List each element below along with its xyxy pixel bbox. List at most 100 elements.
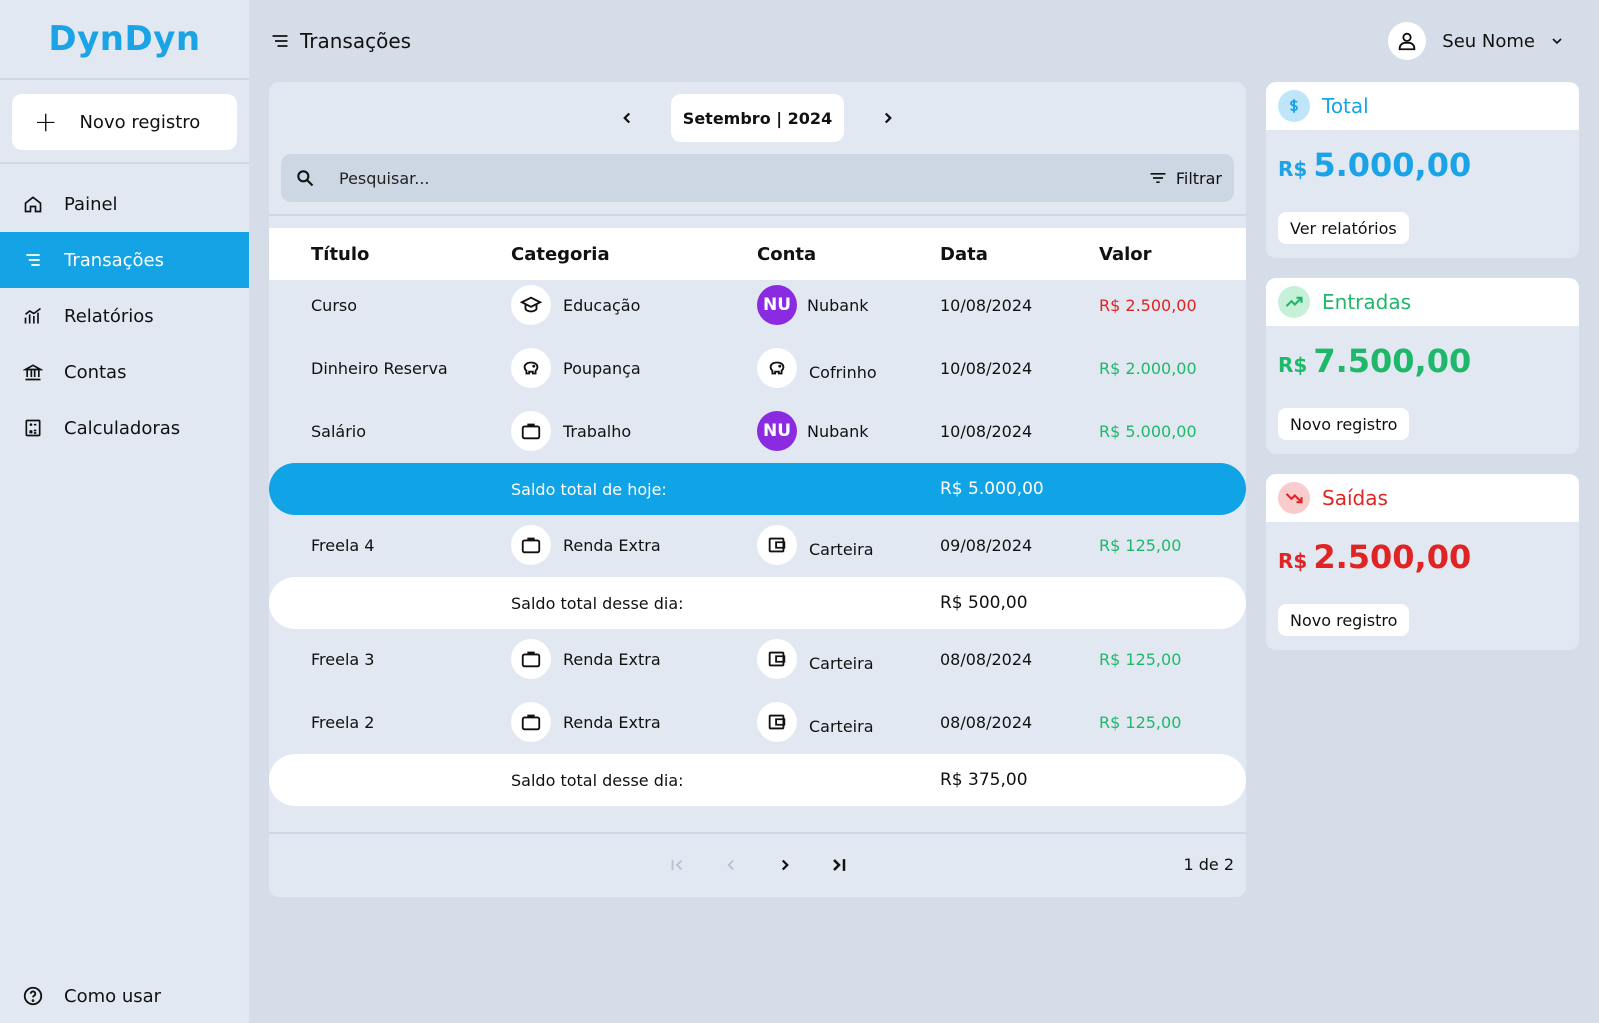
row-value: R$ 2.000,00 bbox=[1099, 358, 1197, 378]
search-bar: Filtrar bbox=[281, 154, 1234, 202]
chevron-down-icon bbox=[1549, 33, 1565, 49]
filter-icon bbox=[1148, 168, 1168, 188]
row-value: R$ 5.000,00 bbox=[1099, 421, 1197, 441]
sidebar-item-label: Contas bbox=[64, 361, 127, 383]
briefcase-icon bbox=[511, 525, 551, 565]
new-income-button[interactable]: Novo registro bbox=[1278, 408, 1410, 440]
daily-balance-amount: R$ 5.000,00 bbox=[940, 479, 1044, 499]
currency-symbol: R$ bbox=[1278, 157, 1308, 181]
list-icon bbox=[270, 31, 290, 51]
user-menu[interactable]: Seu Nome bbox=[1388, 22, 1565, 60]
category-label: Trabalho bbox=[563, 421, 632, 441]
column-header-date[interactable]: Data bbox=[940, 244, 988, 265]
row-category: Trabalho bbox=[511, 411, 631, 451]
view-reports-button[interactable]: Ver relatórios bbox=[1278, 212, 1409, 244]
daily-balance-row: Saldo total desse dia: R$ 500,00 bbox=[269, 577, 1246, 629]
page-title: Transações bbox=[270, 26, 411, 56]
currency-symbol: R$ bbox=[1278, 549, 1308, 573]
filter-button[interactable]: Filtrar bbox=[1148, 168, 1222, 188]
total-card-title: Total bbox=[1322, 94, 1369, 118]
first-page-button[interactable] bbox=[657, 845, 697, 885]
chevron-left-icon bbox=[727, 859, 734, 871]
income-card-header: Entradas bbox=[1266, 278, 1579, 326]
search-icon bbox=[293, 168, 317, 188]
category-label: Renda Extra bbox=[563, 712, 661, 732]
account-label: Carteira bbox=[809, 539, 874, 559]
table-row[interactable]: Curso Educação NU Nubank 10/08/2024 R$ 2… bbox=[269, 273, 1246, 337]
briefcase-icon bbox=[511, 702, 551, 742]
sidebar-item-calculadoras[interactable]: Calculadoras bbox=[0, 400, 249, 456]
expense-card-title: Saídas bbox=[1322, 486, 1388, 510]
page-indicator: 1 de 2 bbox=[1183, 855, 1234, 874]
table-row[interactable]: Freela 3 Renda Extra Carteira 08/08/2024… bbox=[269, 627, 1246, 691]
help-label: Como usar bbox=[64, 985, 162, 1007]
briefcase-icon bbox=[511, 411, 551, 451]
row-date: 10/08/2024 bbox=[940, 358, 1033, 378]
logo-text: DynDyn bbox=[48, 19, 201, 59]
wallet-icon bbox=[757, 639, 797, 679]
expense-amount: 2.500,00 bbox=[1313, 538, 1472, 576]
row-category: Renda Extra bbox=[511, 702, 661, 742]
prev-page-button[interactable] bbox=[711, 845, 751, 885]
help-icon bbox=[22, 985, 44, 1007]
row-title: Dinheiro Reserva bbox=[311, 358, 448, 378]
trending-down-icon bbox=[1278, 482, 1310, 514]
new-record-label: Novo registro bbox=[79, 111, 201, 133]
new-record-button[interactable]: + Novo registro bbox=[12, 94, 237, 150]
total-card-value: R$ 5.000,00 bbox=[1278, 146, 1471, 184]
account-label: Carteira bbox=[809, 716, 874, 736]
column-header-title[interactable]: Título bbox=[311, 244, 369, 265]
logo[interactable]: DynDyn bbox=[0, 0, 249, 80]
last-page-button[interactable] bbox=[819, 845, 859, 885]
sidebar-item-relatorios[interactable]: Relatórios bbox=[0, 288, 249, 344]
row-date: 10/08/2024 bbox=[940, 295, 1033, 315]
sidebar-item-transacoes[interactable]: Transações bbox=[0, 232, 249, 288]
user-avatar-icon bbox=[1388, 22, 1427, 60]
table-row[interactable]: Salário Trabalho NU Nubank 10/08/2024 R$… bbox=[269, 399, 1246, 463]
prev-month-button[interactable] bbox=[607, 98, 647, 138]
column-header-value[interactable]: Valor bbox=[1099, 244, 1152, 265]
column-header-account[interactable]: Conta bbox=[757, 244, 816, 265]
daily-balance-row: Saldo total desse dia: R$ 375,00 bbox=[269, 754, 1246, 806]
category-label: Renda Extra bbox=[563, 535, 661, 555]
column-header-category[interactable]: Categoria bbox=[511, 244, 610, 265]
table-row[interactable]: Freela 4 Renda Extra Carteira 09/08/2024… bbox=[269, 513, 1246, 577]
sidebar-item-painel[interactable]: Painel bbox=[0, 176, 249, 232]
sidebar-nav: Painel Transações Relatórios Contas Calc… bbox=[0, 176, 249, 456]
row-date: 09/08/2024 bbox=[940, 535, 1033, 555]
row-date: 10/08/2024 bbox=[940, 421, 1033, 441]
row-value: R$ 125,00 bbox=[1099, 649, 1182, 669]
table-row[interactable]: Freela 2 Renda Extra Carteira 08/08/2024… bbox=[269, 690, 1246, 754]
calculator-icon bbox=[22, 417, 44, 439]
plus-icon: + bbox=[34, 105, 58, 138]
row-title: Salário bbox=[311, 421, 367, 441]
row-category: Renda Extra bbox=[511, 639, 661, 679]
row-value: R$ 125,00 bbox=[1099, 712, 1182, 732]
wallet-icon bbox=[757, 525, 797, 565]
row-title: Curso bbox=[311, 295, 358, 315]
month-label[interactable]: Setembro | 2024 bbox=[670, 94, 845, 142]
daily-balance-label: Saldo total de hoje: bbox=[511, 479, 667, 499]
new-expense-button[interactable]: Novo registro bbox=[1278, 604, 1410, 636]
month-navigator: Setembro | 2024 bbox=[269, 94, 1246, 142]
total-amount: 5.000,00 bbox=[1313, 146, 1472, 184]
daily-balance-amount: R$ 500,00 bbox=[940, 593, 1028, 613]
sidebar-item-contas[interactable]: Contas bbox=[0, 344, 249, 400]
pagination bbox=[657, 845, 873, 885]
search-input[interactable] bbox=[339, 168, 1148, 188]
expense-card-value: R$ 2.500,00 bbox=[1278, 538, 1471, 576]
next-month-button[interactable] bbox=[868, 98, 908, 138]
row-account: Cofrinho bbox=[757, 348, 877, 388]
next-page-button[interactable] bbox=[765, 845, 805, 885]
graduation-cap-icon bbox=[511, 285, 551, 325]
help-link[interactable]: Como usar bbox=[0, 968, 249, 1023]
wallet-icon bbox=[757, 702, 797, 742]
nubank-logo: NU bbox=[757, 411, 797, 451]
daily-balance-amount: R$ 375,00 bbox=[940, 770, 1028, 790]
chevron-left-icon bbox=[622, 112, 630, 124]
income-card-value: R$ 7.500,00 bbox=[1278, 342, 1471, 380]
table-row[interactable]: Dinheiro Reserva Poupança Cofrinho 10/08… bbox=[269, 336, 1246, 400]
currency-symbol: R$ bbox=[1278, 353, 1308, 377]
bank-icon bbox=[22, 361, 44, 383]
sidebar-item-label: Relatórios bbox=[64, 305, 154, 327]
